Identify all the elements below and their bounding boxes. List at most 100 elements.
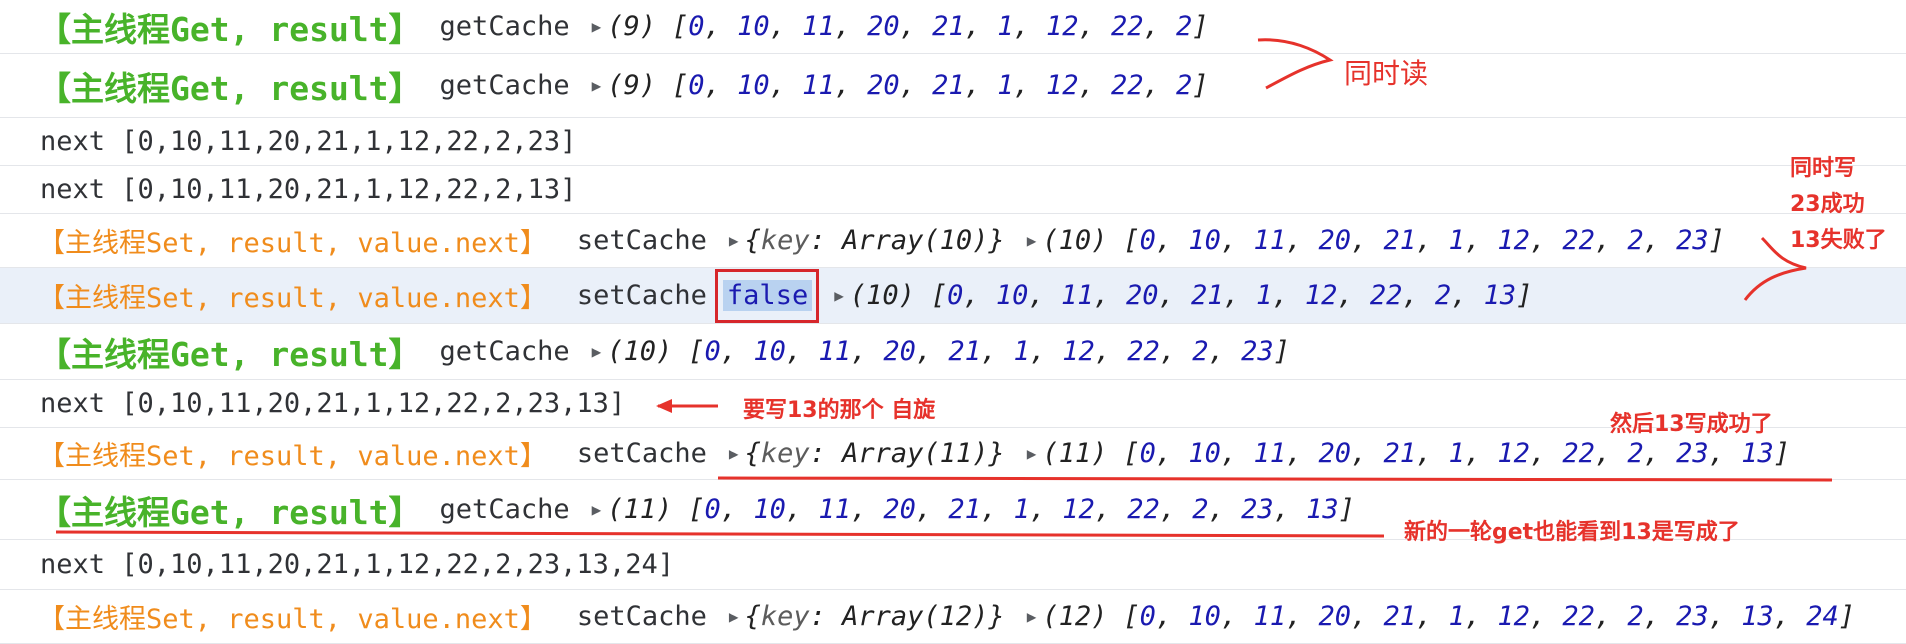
array-element: 24: [1806, 601, 1839, 632]
object-key: key: [760, 601, 810, 632]
array-element: 22: [1562, 225, 1595, 256]
log-row: 【主线程Get, result】 getCache ▶ (9) [0, 10, 11, …: [0, 0, 1906, 54]
array-length: (10): [849, 280, 915, 311]
array-element: 23: [1676, 225, 1709, 256]
function-name: getCache: [439, 494, 570, 525]
array-length: (12): [1042, 601, 1108, 632]
array-element: 0: [704, 494, 721, 525]
object-key: key: [760, 438, 810, 469]
array-element: 13: [1483, 280, 1517, 311]
array-preview: [0, 10, 11, 20, 21, 1, 12, 22, 2, 23]: [1123, 225, 1725, 256]
array-element: 13: [1741, 438, 1774, 469]
array-element: 1: [1448, 225, 1465, 256]
array-element: 21: [1383, 438, 1417, 469]
array-element: 0: [688, 11, 705, 42]
array-length: (10): [1042, 225, 1108, 256]
log-tag: 【主线程Set, result, value.next】: [38, 228, 547, 259]
function-name: getCache: [439, 11, 570, 42]
log-row: next [0,10,11,20,21,1,12,22,2,23]: [0, 118, 1906, 166]
array-element: 10: [1188, 601, 1221, 632]
array-preview: [0, 10, 11, 20, 21, 1, 12, 22, 2]: [672, 70, 1209, 101]
array-element: 0: [1139, 438, 1156, 469]
array-preview: [0, 10, 11, 20, 21, 1, 12, 22, 2]: [672, 11, 1209, 42]
array-element: 20: [867, 11, 900, 42]
array-element: 20: [1318, 225, 1351, 256]
expand-triangle-icon[interactable]: ▶: [834, 286, 844, 305]
object-preview: {key: Array(12)}: [744, 601, 1005, 632]
array-element: 22: [1111, 11, 1144, 42]
array-element: 12: [1062, 336, 1095, 367]
array-element: 2: [1176, 70, 1193, 101]
array-element: 2: [1627, 601, 1644, 632]
expand-triangle-icon[interactable]: ▶: [592, 17, 602, 36]
log-row: 【主线程Set, result, value.next】 setCache ▶ {ke…: [0, 590, 1906, 644]
array-element: 12: [1045, 70, 1079, 101]
expand-triangle-icon[interactable]: ▶: [729, 231, 739, 250]
array-element: 11: [818, 494, 851, 525]
log-tag: 【主线程Set, result, value.next】: [38, 283, 547, 314]
array-element: 10: [995, 280, 1029, 311]
log-text: next [0,10,11,20,21,1,12,22,2,23]: [40, 126, 577, 157]
array-element: 2: [1627, 225, 1644, 256]
log-row: next [0,10,11,20,21,1,12,22,2,23,13,24]: [0, 540, 1906, 590]
annotation-new-round: 新的一轮get也能看到13是写成了: [1404, 520, 1740, 545]
array-element: 21: [932, 70, 965, 101]
function-name: setCache: [576, 280, 707, 311]
array-element: 12: [1304, 280, 1338, 311]
array-element: 22: [1562, 438, 1595, 469]
array-element: 1: [1256, 280, 1273, 311]
array-element: 23: [1241, 336, 1274, 367]
object-preview: {key: Array(11)}: [744, 438, 1005, 469]
array-element: 20: [1318, 438, 1351, 469]
expand-triangle-icon[interactable]: ▶: [1027, 231, 1037, 250]
array-element: 21: [1383, 601, 1417, 632]
array-element: 12: [1497, 438, 1530, 469]
expand-triangle-icon[interactable]: ▶: [729, 444, 739, 463]
function-name: setCache: [576, 225, 707, 256]
array-element: 0: [704, 336, 721, 367]
log-tag: 【主线程Get, result】: [38, 9, 422, 49]
array-element: 1: [1013, 336, 1030, 367]
array-element: 20: [1318, 601, 1351, 632]
log-tag: 【主线程Set, result, value.next】: [38, 441, 547, 472]
expand-triangle-icon[interactable]: ▶: [729, 607, 739, 626]
function-name: setCache: [576, 601, 707, 632]
expand-triangle-icon[interactable]: ▶: [592, 500, 602, 519]
annotation-then-13-ok: 然后13写成功了: [1610, 412, 1773, 437]
expand-triangle-icon[interactable]: ▶: [592, 76, 602, 95]
annotation-13-fail: 13失败了: [1790, 228, 1887, 253]
array-element: 12: [1497, 225, 1530, 256]
log-row: 【主线程Get, result】 getCache ▶ (9) [0, 10, 11, …: [0, 54, 1906, 118]
array-element: 10: [1188, 225, 1221, 256]
log-row: 【主线程Set, result, value.next】 setCache ▶ {ke…: [0, 214, 1906, 268]
array-element: 10: [753, 336, 786, 367]
array-element: 2: [1192, 494, 1209, 525]
array-element: 2: [1176, 11, 1193, 42]
array-element: 1: [997, 70, 1014, 101]
function-name: getCache: [439, 70, 570, 101]
log-tag: 【主线程Get, result】: [38, 334, 422, 374]
log-tag: 【主线程Set, result, value.next】: [38, 604, 547, 635]
array-length: (11): [1042, 438, 1108, 469]
array-element: 2: [1192, 336, 1209, 367]
log-row: 【主线程Get, result】 getCache ▶ (10) [0, 10, 11,…: [0, 324, 1906, 380]
array-element: 20: [1125, 280, 1159, 311]
array-element: 21: [1383, 225, 1417, 256]
array-element: 21: [948, 336, 981, 367]
object-preview: {key: Array(10)}: [744, 225, 1005, 256]
annotation-spin: 要写13的那个 自旋: [743, 398, 936, 423]
array-element: 11: [1253, 225, 1286, 256]
expand-triangle-icon[interactable]: ▶: [592, 342, 602, 361]
expand-triangle-icon[interactable]: ▶: [1027, 607, 1037, 626]
array-element: 23: [1676, 601, 1709, 632]
array-element: 13: [1306, 494, 1339, 525]
array-element: 22: [1127, 494, 1160, 525]
array-element: 11: [1253, 438, 1286, 469]
expand-triangle-icon[interactable]: ▶: [1027, 444, 1037, 463]
log-text: next [0,10,11,20,21,1,12,22,2,13]: [40, 174, 577, 205]
array-element: 11: [1253, 601, 1286, 632]
function-name: setCache: [576, 438, 707, 469]
annotation-read-same-time: 同时读: [1344, 57, 1429, 90]
array-element: 0: [688, 70, 705, 101]
log-row: next [0,10,11,20,21,1,12,22,2,13]: [0, 166, 1906, 214]
